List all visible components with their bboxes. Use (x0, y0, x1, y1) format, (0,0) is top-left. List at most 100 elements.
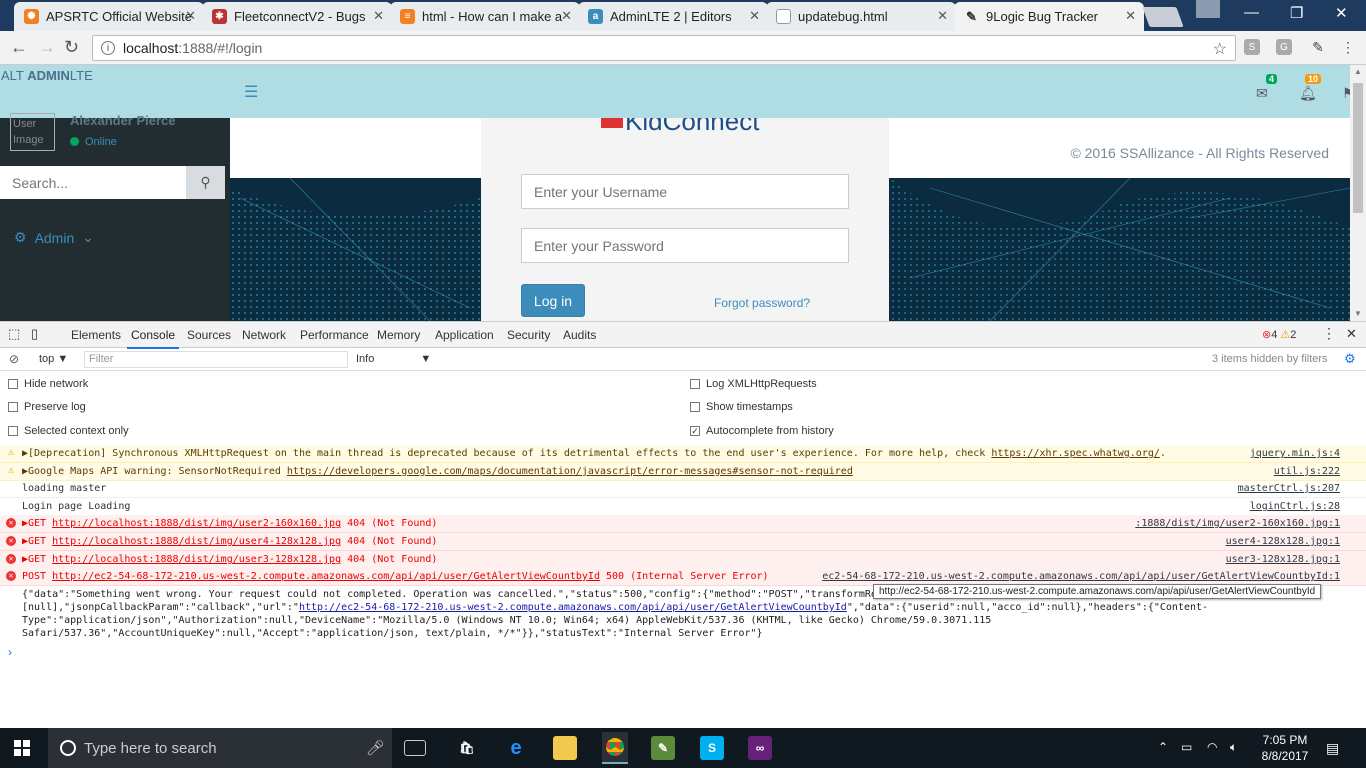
login-button[interactable]: Log in (521, 284, 585, 317)
address-bar[interactable]: i localhost:1888/#!/login ☆ (92, 35, 1236, 61)
checkbox-icon[interactable] (8, 402, 18, 412)
sidebar-search-input[interactable] (0, 166, 186, 199)
option-timestamps[interactable]: Show timestamps (690, 401, 793, 413)
scroll-down-icon[interactable]: ▼ (1354, 309, 1362, 318)
tray-chevron-icon[interactable]: ⌃ (1158, 740, 1168, 754)
new-tab-button[interactable] (1142, 7, 1184, 27)
option-autocomplete[interactable]: ✓ Autocomplete from history (690, 425, 834, 437)
bell-icon[interactable]: 🔔︎ (1299, 85, 1317, 102)
maximize-icon[interactable]: ❐ (1290, 4, 1303, 22)
console-message-err[interactable]: ✕ ▶GET http://localhost:1888/dist/img/use… (0, 551, 1366, 569)
forward-icon[interactable]: → (38, 37, 56, 58)
password-field[interactable] (521, 228, 849, 263)
browser-tab-bugtracker[interactable]: ✎ 9Logic Bug Tracker ✕ (954, 2, 1144, 31)
tab-elements[interactable]: Elements (71, 328, 121, 342)
file-explorer-icon[interactable] (553, 736, 577, 760)
username-field[interactable] (521, 174, 849, 209)
console-filter-input[interactable]: Filter (84, 351, 348, 368)
source-link[interactable]: util.js:222 (1274, 463, 1340, 480)
eyedropper-icon[interactable]: ✎ (1310, 39, 1326, 55)
checkbox-icon[interactable] (690, 402, 700, 412)
tab-memory[interactable]: Memory (377, 328, 420, 342)
forgot-password-link[interactable]: Forgot password? (714, 296, 810, 310)
volume-icon[interactable]: 🔈︎ (1230, 740, 1237, 755)
console-message-info[interactable]: loading master masterCtrl.js:207 (0, 480, 1366, 498)
console-message-err[interactable]: ✕ ▶GET http://localhost:1888/dist/img/use… (0, 533, 1366, 551)
close-icon[interactable]: ✕ (749, 8, 760, 24)
reload-icon[interactable]: ↻ (64, 37, 79, 58)
microphone-icon[interactable]: 🎤︎ (366, 739, 385, 757)
taskbar-search[interactable]: Type here to search 🎤︎ (48, 728, 392, 768)
info-icon[interactable]: i (101, 41, 115, 55)
close-icon[interactable]: ✕ (373, 8, 384, 24)
error-warning-counts[interactable]: ⊗4 ⚠2 (1262, 328, 1296, 341)
option-preserve-log[interactable]: Preserve log (8, 401, 86, 413)
tab-console[interactable]: Console (126, 328, 180, 349)
windows-start-icon[interactable] (14, 740, 30, 756)
message-link[interactable]: https://xhr.spec.whatwg.org/ (991, 448, 1160, 459)
console-prompt-icon[interactable]: › (8, 645, 12, 659)
source-link[interactable]: user4-128x128.jpg:1 (1226, 533, 1340, 550)
skype-extension-icon[interactable]: S (1244, 39, 1260, 55)
console-message-warn[interactable]: ⚠ ▶Google Maps API warning: SensorNotRequ… (0, 463, 1366, 481)
menu-kebab-icon[interactable]: ⋮ (1340, 39, 1356, 55)
checkbox-icon[interactable] (690, 379, 700, 389)
scroll-thumb[interactable] (1353, 83, 1363, 213)
minimize-icon[interactable]: — (1244, 4, 1259, 21)
checkbox-icon[interactable] (8, 426, 18, 436)
wifi-icon[interactable]: ◠ (1207, 740, 1217, 754)
sidebar-toggle-icon[interactable]: ☰ (244, 82, 258, 102)
message-link[interactable]: http://localhost:1888/dist/img/user3-128… (52, 554, 341, 565)
bookmark-star-icon[interactable]: ☆ (1213, 39, 1227, 59)
source-link[interactable]: ec2-54-68-172-210.us-west-2.compute.amaz… (822, 568, 1340, 585)
browser-tab-apsrtc[interactable]: ✺ APSRTC Official Website ✕ (14, 2, 204, 31)
message-link[interactable]: http://localhost:1888/dist/img/user2-160… (52, 518, 341, 529)
message-link[interactable]: http://localhost:1888/dist/img/user4-128… (52, 536, 341, 547)
message-link[interactable]: http://ec2-54-68-172-210.us-west-2.compu… (52, 571, 600, 582)
tab-application[interactable]: Application (435, 328, 494, 342)
back-icon[interactable]: ← (10, 37, 28, 58)
mail-icon[interactable]: ✉ (1256, 85, 1268, 102)
app-brand[interactable]: ALT ADMINLTE (1, 68, 93, 83)
checked-checkbox-icon[interactable]: ✓ (690, 426, 700, 436)
close-icon[interactable]: ✕ (185, 8, 196, 24)
close-icon[interactable]: ✕ (937, 8, 948, 24)
profile-icon[interactable] (1196, 0, 1220, 18)
action-center-icon[interactable]: ▤ (1326, 740, 1339, 757)
browser-tab-adminlte[interactable]: a AdminLTE 2 | Editors ✕ (578, 2, 768, 31)
source-link[interactable]: :1888/dist/img/user2-160x160.jpg:1 (1135, 515, 1340, 532)
taskbar-clock[interactable]: 7:05 PM 8/8/2017 (1255, 732, 1315, 764)
battery-icon[interactable]: ▭ (1181, 740, 1192, 754)
tab-security[interactable]: Security (507, 328, 550, 342)
close-icon[interactable]: ✕ (561, 8, 572, 24)
flag-icon[interactable]: ⚑ (1342, 85, 1350, 102)
option-selected-context[interactable]: Selected context only (8, 425, 129, 437)
tab-performance[interactable]: Performance (300, 328, 369, 342)
clear-console-icon[interactable]: ⊘ (9, 352, 19, 366)
console-message-err[interactable]: ✕ ▶GET http://localhost:1888/dist/img/use… (0, 515, 1366, 533)
source-link[interactable]: jquery.min.js:4 (1250, 445, 1340, 462)
devtools-menu-icon[interactable]: ⋮ (1322, 325, 1336, 342)
message-link[interactable]: https://developers.google.com/maps/docum… (287, 466, 853, 477)
tab-network[interactable]: Network (242, 328, 286, 342)
browser-tab-stackoverflow[interactable]: ≡ html - How can I make a ✕ (390, 2, 580, 31)
log-level-select[interactable]: Info ▼ (356, 353, 431, 365)
browser-tab-fleetconnect[interactable]: ✱ FleetconnectV2 - Bugs ✕ (202, 2, 392, 31)
store-icon[interactable]: 🛍︎ (455, 736, 479, 760)
option-hide-network[interactable]: Hide network (8, 378, 88, 390)
source-link[interactable]: user3-128x128.jpg:1 (1226, 551, 1340, 568)
notepad-icon[interactable]: ✎ (651, 736, 675, 760)
checkbox-icon[interactable] (8, 379, 18, 389)
option-log-xhr[interactable]: Log XMLHttpRequests (690, 378, 817, 390)
console-message-warn[interactable]: ⚠ ▶[Deprecation] Synchronous XMLHttpReque… (0, 445, 1366, 463)
context-select[interactable]: top ▼ (39, 353, 68, 365)
device-toggle-icon[interactable]: ▯ (31, 326, 38, 342)
search-icon[interactable]: ⚲ (186, 166, 225, 199)
console-message-info[interactable]: Login page Loading loginCtrl.js:28 (0, 498, 1366, 516)
visual-studio-icon[interactable]: ∞ (748, 736, 772, 760)
skype-icon[interactable]: S (700, 736, 724, 760)
tab-sources[interactable]: Sources (187, 328, 231, 342)
sidebar-item-admin[interactable]: ⚙ Admin ⌄ (14, 229, 94, 246)
close-icon[interactable]: ✕ (1125, 8, 1136, 24)
scroll-up-icon[interactable]: ▲ (1354, 67, 1362, 76)
